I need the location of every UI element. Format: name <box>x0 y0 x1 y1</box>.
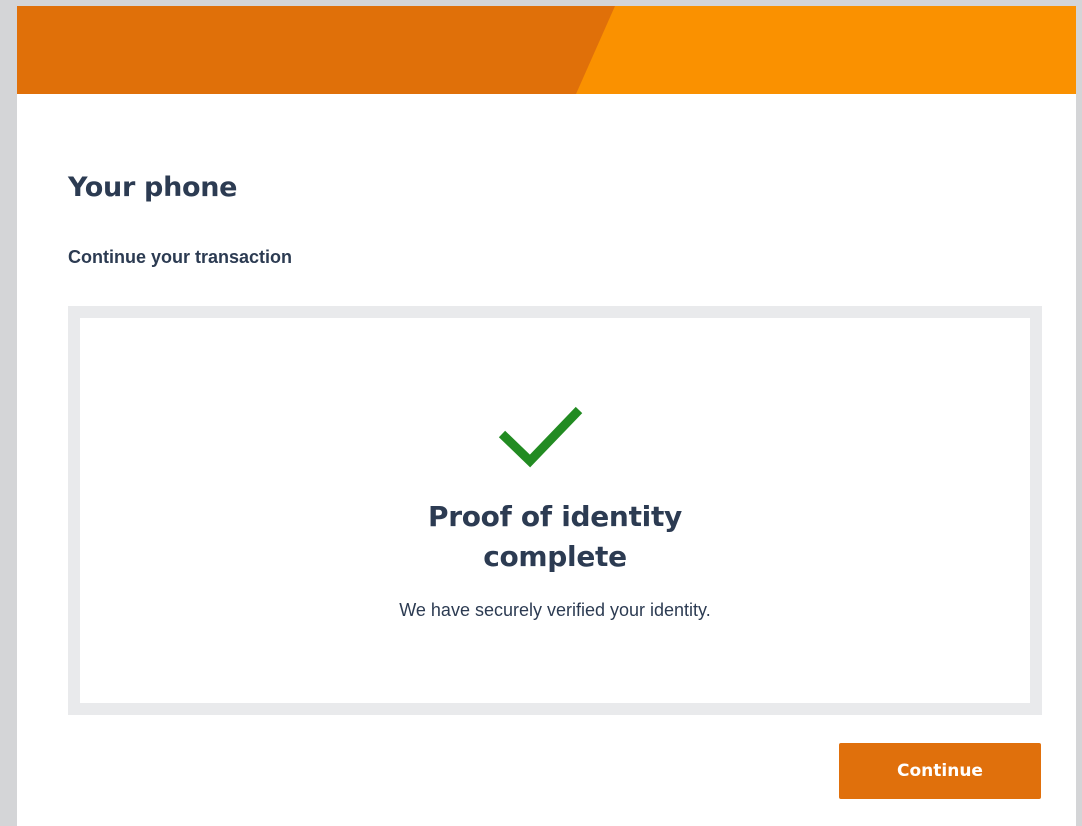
status-panel: Proof of identity complete We have secur… <box>80 318 1030 703</box>
continue-button[interactable]: Continue <box>839 743 1041 799</box>
checkmark-icon <box>498 406 583 468</box>
status-panel-frame: Proof of identity complete We have secur… <box>68 306 1042 715</box>
page-title: Your phone <box>68 172 238 203</box>
page-subtitle: Continue your transaction <box>68 247 293 267</box>
header-banner-graphic <box>17 6 1076 94</box>
status-title: Proof of identity complete <box>80 497 1030 577</box>
status-message: We have securely verified your identity. <box>399 600 711 620</box>
app-window: Your phone Continue your transaction Pro… <box>17 6 1076 826</box>
status-title-line-2: complete <box>483 540 627 573</box>
header-banner <box>17 6 1076 94</box>
status-title-line-1: Proof of identity <box>428 500 682 533</box>
